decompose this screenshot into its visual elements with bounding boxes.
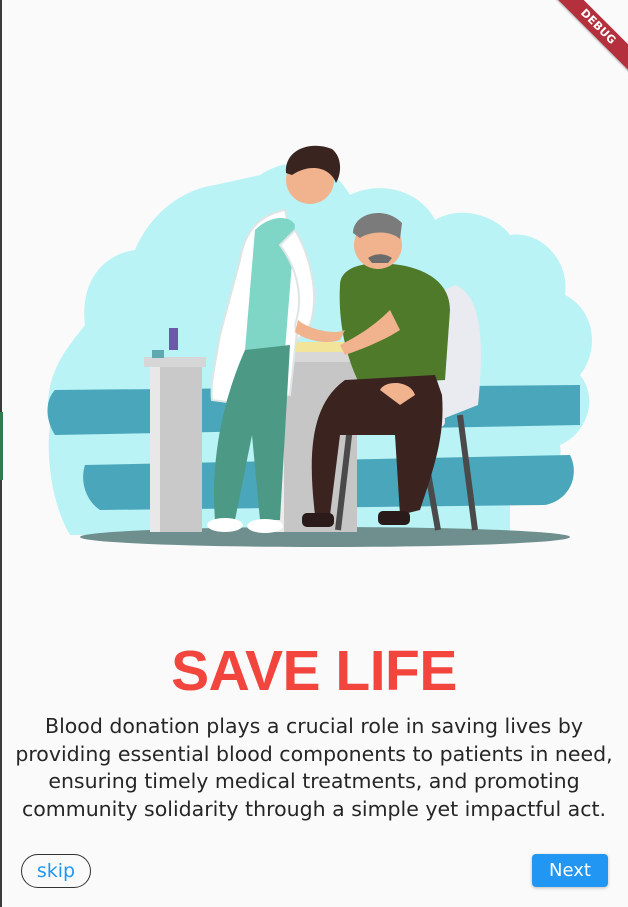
onboarding-description: Blood donation plays a crucial role in s…: [15, 714, 613, 821]
debug-banner: DEBUG: [538, 0, 628, 90]
doctor-patient-illustration: [47, 145, 592, 547]
skip-button[interactable]: skip: [21, 854, 91, 888]
onboarding-title: SAVE LIFE: [171, 639, 457, 703]
next-button[interactable]: Next: [532, 854, 608, 887]
debug-label: DEBUG: [549, 0, 628, 76]
cabinet: [144, 328, 206, 532]
window-edge-marker: [0, 412, 3, 480]
